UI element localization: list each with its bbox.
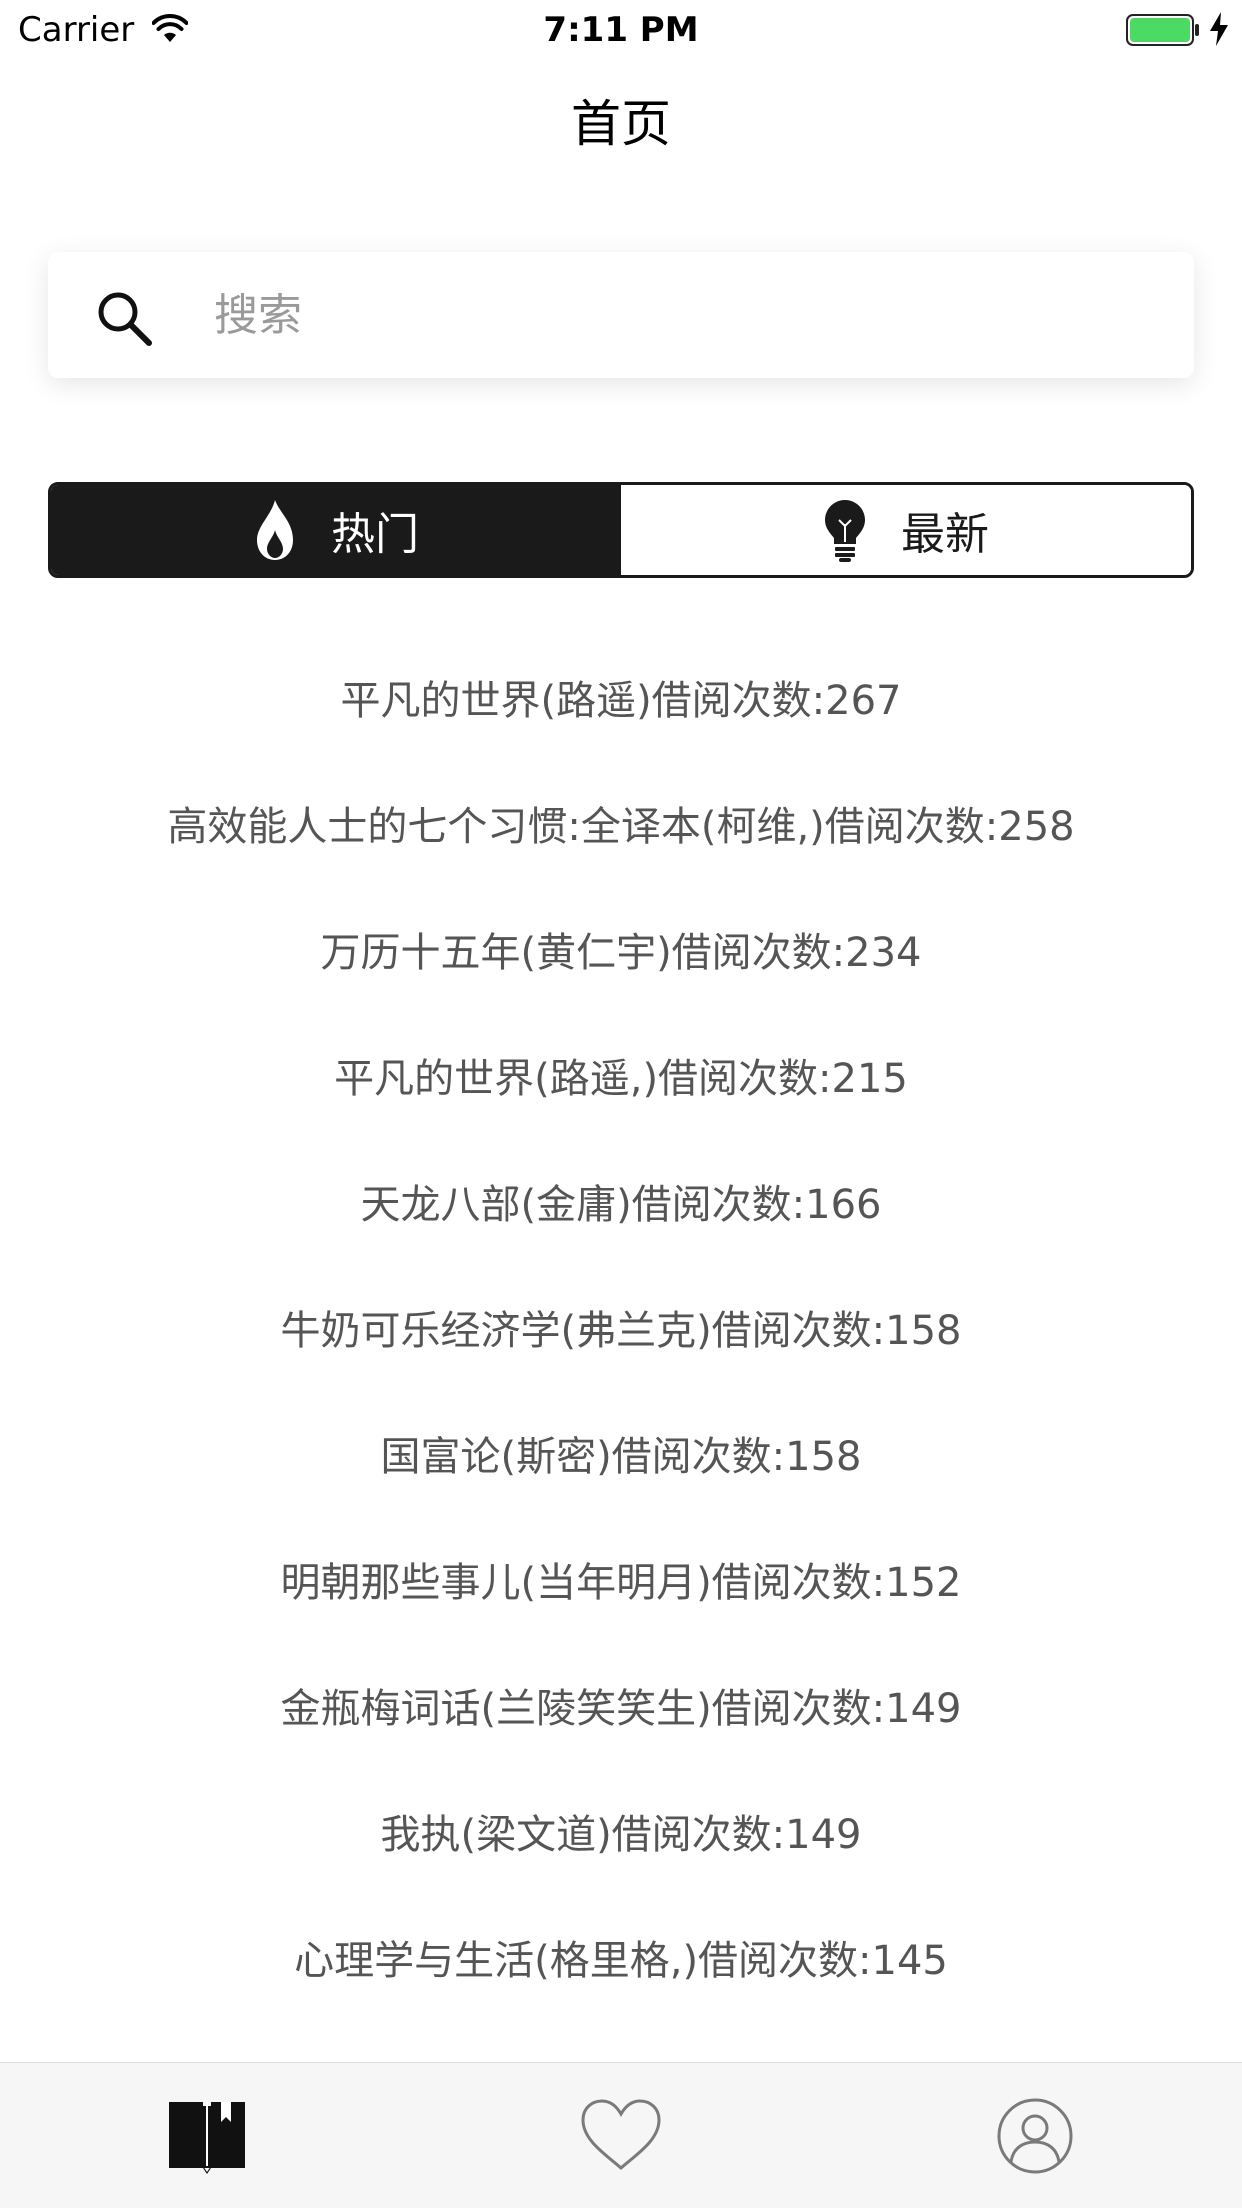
page-title: 首页 [571,95,671,153]
status-bar: Carrier 7:11 PM [0,0,1242,60]
segment-hot-label: 热门 [331,509,419,560]
segment-new[interactable]: 最新 [621,485,1191,575]
segment-hot[interactable]: 热门 [51,485,621,575]
list-item[interactable]: 牛奶可乐经济学(弗兰克)借阅次数:158 [0,1268,1242,1394]
list-item[interactable]: 天龙八部(金庸)借阅次数:166 [0,1142,1242,1268]
book-list: 平凡的世界(路遥)借阅次数:267 高效能人士的七个习惯:全译本(柯维,)借阅次… [0,638,1242,2024]
list-item[interactable]: 我执(梁文道)借阅次数:149 [0,1772,1242,1898]
search-bar[interactable] [48,252,1194,378]
heart-icon [581,2099,661,2170]
list-item[interactable]: 万历十五年(黄仁宇)借阅次数:234 [0,890,1242,1016]
search-icon [98,292,152,346]
charging-bolt-icon [1210,12,1228,46]
user-icon [997,2098,1073,2174]
search-input[interactable] [214,278,1154,352]
lightbulb-icon [825,500,865,562]
home-screen: Carrier 7:11 PM 首页 搜索 热门 最新 平凡的世界(路遥)借阅次… [0,0,1242,2208]
hot-new-segmented-control: 热门 最新 [48,482,1194,578]
list-item[interactable]: 心理学与生活(格里格,)借阅次数:145 [0,1898,1242,2024]
tab-bar [0,2062,1242,2208]
list-item[interactable]: 国富论(斯密)借阅次数:158 [0,1394,1242,1520]
tab-profile[interactable] [828,2063,1242,2208]
list-item[interactable]: 明朝那些事儿(当年明月)借阅次数:152 [0,1520,1242,1646]
battery-icon [1126,14,1199,46]
list-item[interactable]: 平凡的世界(路遥,)借阅次数:215 [0,1016,1242,1142]
tab-books[interactable] [0,2063,414,2208]
segment-new-label: 最新 [901,509,989,560]
status-time: 7:11 PM [543,10,699,50]
list-item[interactable]: 平凡的世界(路遥)借阅次数:267 [0,638,1242,764]
flame-icon [257,500,293,560]
list-item[interactable]: 高效能人士的七个习惯:全译本(柯维,)借阅次数:258 [0,764,1242,890]
book-icon [169,2102,245,2174]
tab-favorites[interactable] [414,2063,828,2208]
list-item[interactable]: 金瓶梅词话(兰陵笑笑生)借阅次数:149 [0,1646,1242,1772]
